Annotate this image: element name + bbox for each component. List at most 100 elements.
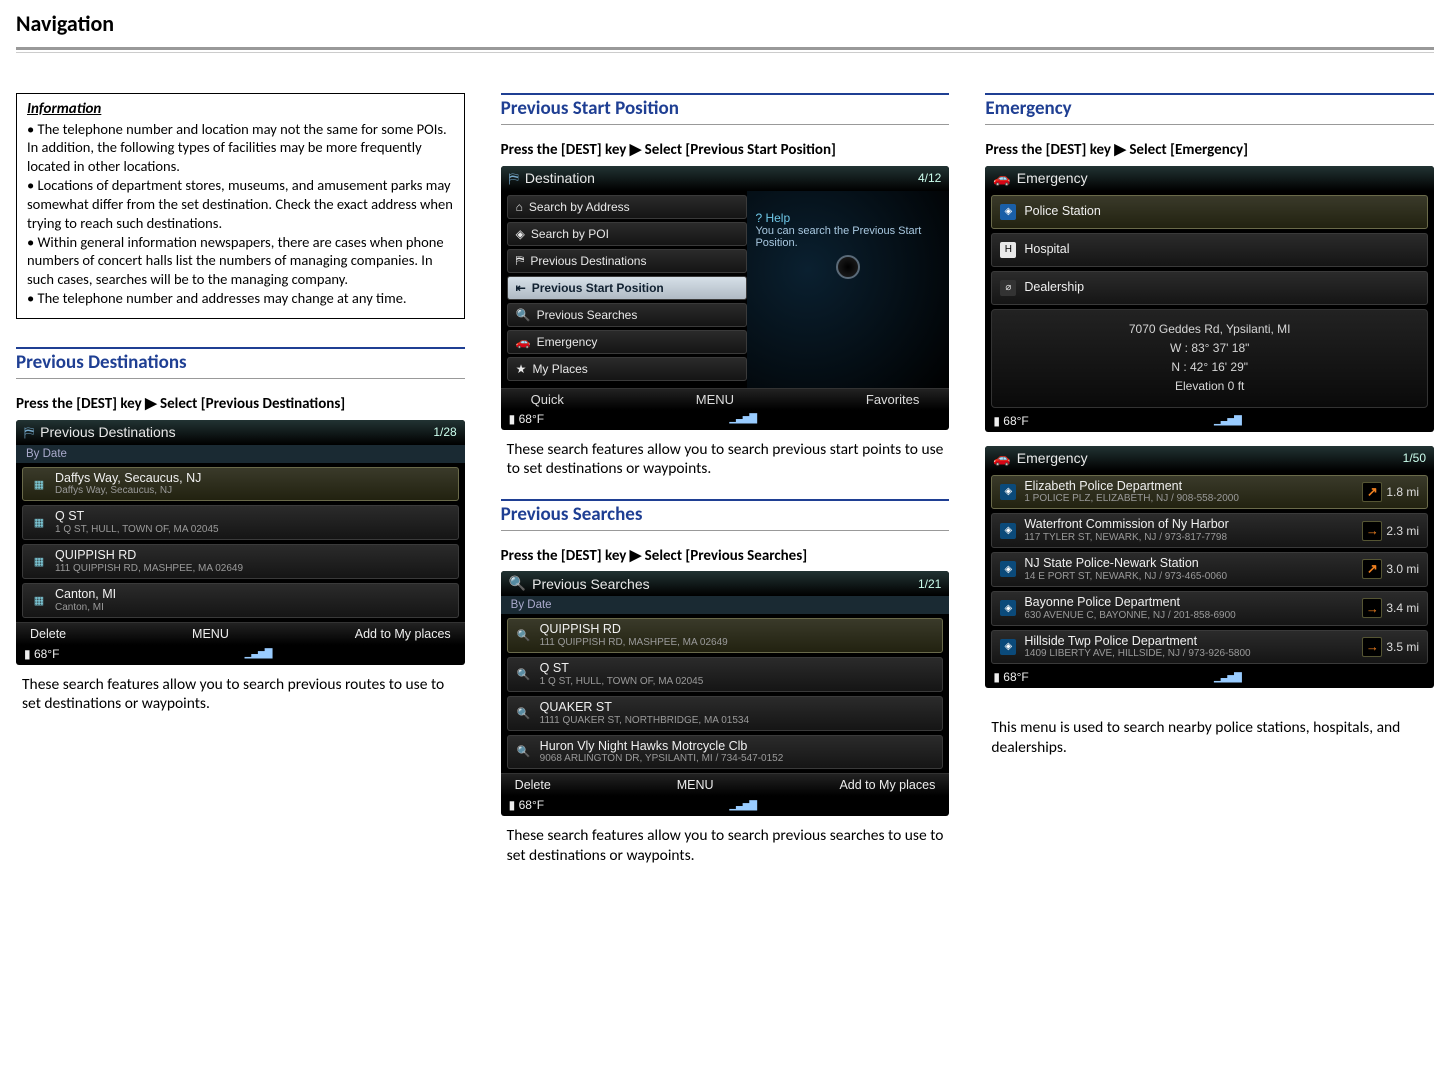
dealer-icon: ⌀ <box>1000 280 1016 296</box>
info-bullet: • Within general information newspapers,… <box>27 233 454 290</box>
list-item-sub: Canton, MI <box>55 602 116 613</box>
result-sub: 117 TYLER ST, NEWARK, NJ / 973-817-7798 <box>1024 532 1354 543</box>
category-dealership[interactable]: ⌀ Dealership <box>991 271 1428 305</box>
list-item-title: Canton, MI <box>55 588 116 602</box>
body-text: These search features allow you to searc… <box>22 675 461 714</box>
delete-button[interactable]: Delete <box>515 778 551 792</box>
category-police[interactable]: ◈ Police Station <box>991 195 1428 229</box>
search-icon: 🔍 <box>516 628 532 644</box>
menu-button[interactable]: MENU <box>192 627 229 641</box>
menu-item-previous-searches[interactable]: 🔍Previous Searches <box>507 303 748 327</box>
help-text: You can search the Previous Start Positi… <box>755 225 941 249</box>
menu-button[interactable]: MENU <box>677 778 714 792</box>
list-item-title: QUIPPISH RD <box>55 549 243 563</box>
pin-icon: ⛿ <box>516 253 525 268</box>
result-item[interactable]: ◈ Waterfront Commission of Ny Harbor117 … <box>991 513 1428 548</box>
list-item-sub: 1 Q ST, HULL, TOWN OF, MA 02045 <box>55 524 219 535</box>
longitude-line: W : 83° 37' 18" <box>1000 339 1419 358</box>
direction-arrow-icon: → <box>1366 639 1379 654</box>
poi-icon: ▦ <box>31 554 47 570</box>
direction-arrow-icon: → <box>1366 523 1379 538</box>
list-item-sub: 111 QUIPPISH RD, MASHPEE, MA 02649 <box>55 563 243 574</box>
car-icon: 🚗 <box>516 335 531 349</box>
search-icon: 🔍 <box>509 575 526 592</box>
destination-icon: ⛿ <box>509 170 519 187</box>
list-item[interactable]: ▦ QUIPPISH RD 111 QUIPPISH RD, MASHPEE, … <box>22 544 459 579</box>
start-icon: ⇤ <box>516 281 526 295</box>
title-rule-thin <box>16 52 1434 53</box>
direction-arrow-icon: → <box>1366 601 1379 616</box>
screen-title: Emergency <box>1017 170 1088 186</box>
list-item[interactable]: 🔍 QUIPPISH RD111 QUIPPISH RD, MASHPEE, M… <box>507 618 944 653</box>
section-heading-previous-start: Previous Start Position <box>501 93 950 125</box>
list-item-sub: 1 Q ST, HULL, TOWN OF, MA 02045 <box>540 676 704 687</box>
list-item-sub: 1111 QUAKER ST, NORTHBRIDGE, MA 01534 <box>540 715 749 726</box>
quick-tab[interactable]: Quick <box>531 392 564 407</box>
distance-label: 3.0 mi <box>1386 562 1419 576</box>
section-heading-previous-destinations: Previous Destinations <box>16 347 465 379</box>
screen-title: Destination <box>525 170 595 186</box>
menu-item-previous-destinations[interactable]: ⛿Previous Destinations <box>507 249 748 273</box>
screen-title: Previous Searches <box>532 576 650 592</box>
menu-item-previous-start[interactable]: ⇤Previous Start Position <box>507 276 748 300</box>
result-item[interactable]: ◈ NJ State Police-Newark Station14 E POR… <box>991 552 1428 587</box>
category-hospital[interactable]: H Hospital <box>991 233 1428 267</box>
instruction: Press the [DEST] key ▶ Select [Previous … <box>16 395 465 414</box>
result-sub: 1409 LIBERTY AVE, HILLSIDE, NJ / 973-926… <box>1024 648 1354 659</box>
search-icon: 🔍 <box>516 744 532 760</box>
menu-item-search-address[interactable]: ⌂Search by Address <box>507 195 748 219</box>
add-to-my-places-button[interactable]: Add to My places <box>839 778 935 792</box>
add-to-my-places-button[interactable]: Add to My places <box>355 627 451 641</box>
list-item[interactable]: 🔍 QUAKER ST1111 QUAKER ST, NORTHBRIDGE, … <box>507 696 944 731</box>
result-sub: 1 POLICE PLZ, ELIZABETH, NJ / 908-558-20… <box>1024 493 1354 504</box>
temperature-label: ▮ 68°F <box>993 414 1028 428</box>
list-item[interactable]: ▦ Q ST 1 Q ST, HULL, TOWN OF, MA 02045 <box>22 505 459 540</box>
result-title: Bayonne Police Department <box>1024 596 1354 610</box>
menu-button[interactable]: MENU <box>696 392 734 407</box>
hospital-icon: H <box>1000 242 1016 258</box>
list-item-title: QUAKER ST <box>540 701 749 715</box>
signal-icon: ▁▃▅▇ <box>729 413 756 424</box>
list-item[interactable]: 🔍 Huron Vly Night Hawks Motrcycle Clb906… <box>507 735 944 770</box>
screenshot-previous-destinations: ⛿ Previous Destinations 1/28 By Date ▦ D… <box>16 420 465 665</box>
category-label: Police Station <box>1024 205 1100 219</box>
instruction: Press the [DEST] key ▶ Select [Emergency… <box>985 141 1434 160</box>
result-sub: 14 E PORT ST, NEWARK, NJ / 973-465-0060 <box>1024 571 1354 582</box>
result-item[interactable]: ◈ Bayonne Police Department630 AVENUE C,… <box>991 591 1428 626</box>
search-icon: 🔍 <box>516 308 531 322</box>
car-icon: 🚗 <box>993 170 1010 187</box>
list-item-sub: 111 QUIPPISH RD, MASHPEE, MA 02649 <box>540 637 728 648</box>
menu-item-search-poi[interactable]: ◈Search by POI <box>507 222 748 246</box>
elevation-line: Elevation 0 ft <box>1000 377 1419 396</box>
signal-icon: ▁▃▅▇ <box>1214 672 1241 683</box>
menu-item-my-places[interactable]: ★My Places <box>507 357 748 381</box>
screenshot-emergency-categories: 🚗 Emergency ◈ Police Station H Hospital … <box>985 166 1434 432</box>
result-title: Elizabeth Police Department <box>1024 480 1354 494</box>
list-item[interactable]: 🔍 Q ST1 Q ST, HULL, TOWN OF, MA 02045 <box>507 657 944 692</box>
temperature-label: ▮ 68°F <box>24 647 59 661</box>
temperature-label: ▮ 68°F <box>993 670 1028 684</box>
list-counter: 1/50 <box>1403 451 1426 465</box>
poi-icon: ▦ <box>31 515 47 531</box>
shield-icon: ◈ <box>1000 484 1016 500</box>
list-item-title: Huron Vly Night Hawks Motrcycle Clb <box>540 740 784 754</box>
result-sub: 630 AVENUE C, BAYONNE, NJ / 201-858-6900 <box>1024 610 1354 621</box>
list-counter: 4/12 <box>918 171 941 185</box>
result-item[interactable]: ◈ Hillside Twp Police Department1409 LIB… <box>991 630 1428 665</box>
menu-item-emergency[interactable]: 🚗Emergency <box>507 330 748 354</box>
result-item[interactable]: ◈ Elizabeth Police Department1 POLICE PL… <box>991 475 1428 510</box>
list-item[interactable]: ▦ Daffys Way, Secaucus, NJ Daffys Way, S… <box>22 467 459 502</box>
list-item[interactable]: ▦ Canton, MI Canton, MI <box>22 583 459 618</box>
list-item-title: QUIPPISH RD <box>540 623 728 637</box>
poi-icon: ▦ <box>31 592 47 608</box>
information-box: Information • The telephone number and l… <box>16 93 465 319</box>
title-rule <box>16 47 1434 50</box>
distance-label: 1.8 mi <box>1386 485 1419 499</box>
delete-button[interactable]: Delete <box>30 627 66 641</box>
favorites-tab[interactable]: Favorites <box>866 392 919 407</box>
address-icon: ⌂ <box>516 200 523 214</box>
poi-icon: ◈ <box>516 227 525 241</box>
list-counter: 1/28 <box>433 425 456 439</box>
knob-icon <box>836 255 860 279</box>
signal-icon: ▁▃▅▇ <box>1214 415 1241 426</box>
